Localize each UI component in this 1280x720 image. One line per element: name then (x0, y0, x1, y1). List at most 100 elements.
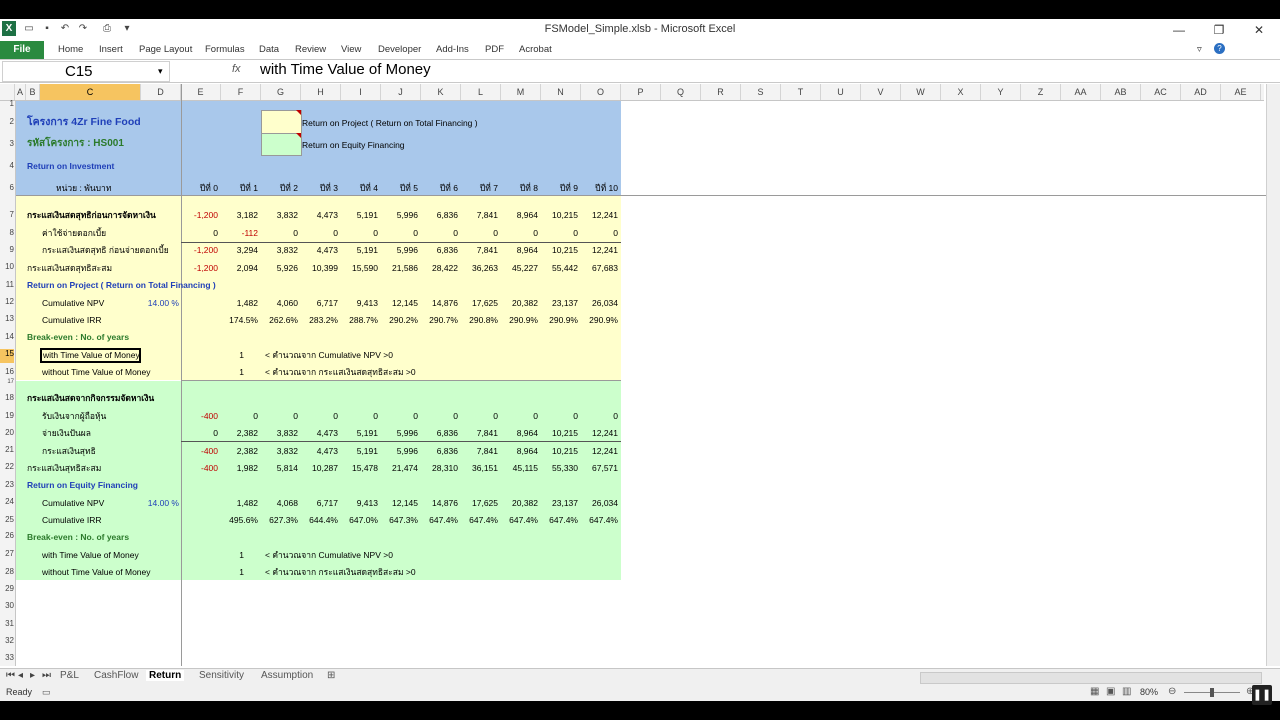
col-header-e[interactable]: E (181, 84, 221, 100)
next-sheet-icon[interactable]: ▸ (30, 670, 35, 681)
tab-data[interactable]: Data (259, 44, 279, 55)
row-header[interactable]: 17 (0, 379, 14, 385)
row-header[interactable]: 26 (0, 531, 14, 540)
col-header-j[interactable]: J (381, 84, 421, 100)
row-header[interactable]: 1 (0, 100, 14, 108)
tab-page-layout[interactable]: Page Layout (139, 44, 192, 55)
sheet-tab-pl[interactable]: P&L (60, 670, 79, 681)
row-header[interactable]: 13 (0, 314, 14, 323)
row-header[interactable]: 8 (0, 228, 14, 237)
col-header-k[interactable]: K (421, 84, 461, 100)
insert-function-icon[interactable]: fx (232, 63, 241, 75)
name-box-dropdown-icon[interactable]: ▾ (158, 62, 163, 81)
macro-record-icon[interactable]: ▭ (42, 687, 51, 698)
help-icon[interactable]: ? (1214, 43, 1225, 54)
row-header[interactable]: 12 (0, 297, 14, 306)
row-header[interactable]: 30 (0, 601, 14, 610)
vertical-scrollbar[interactable] (1266, 84, 1280, 666)
minimize-ribbon-icon[interactable]: ▿ (1197, 44, 1202, 55)
sheet-tab-sensitivity[interactable]: Sensitivity (199, 670, 244, 681)
tab-add-ins[interactable]: Add-Ins (436, 44, 469, 55)
col-header-s[interactable]: S (741, 84, 781, 100)
row-header[interactable]: 28 (0, 567, 14, 576)
row-header[interactable]: 22 (0, 462, 14, 471)
row-header-selected[interactable]: 15 (0, 349, 14, 363)
col-header-l[interactable]: L (461, 84, 501, 100)
close-button[interactable]: ✕ (1248, 22, 1270, 38)
col-header-m[interactable]: M (501, 84, 541, 100)
tab-file[interactable]: File (0, 41, 44, 59)
normal-view-icon[interactable]: ▦ (1090, 686, 1099, 697)
sheet-tab-return[interactable]: Return (146, 670, 185, 681)
col-header-ae[interactable]: AE (1221, 84, 1261, 100)
col-header-o[interactable]: O (581, 84, 621, 100)
col-header-p[interactable]: P (621, 84, 661, 100)
col-header-z[interactable]: Z (1021, 84, 1061, 100)
row-header[interactable]: 31 (0, 619, 14, 628)
col-header-y[interactable]: Y (981, 84, 1021, 100)
col-header-q[interactable]: Q (661, 84, 701, 100)
row-header[interactable]: 2 (0, 117, 14, 126)
col-header-u[interactable]: U (821, 84, 861, 100)
zoom-slider-thumb[interactable] (1210, 688, 1214, 697)
row-header[interactable]: 25 (0, 515, 14, 524)
row-header[interactable]: 11 (0, 280, 14, 289)
row-header[interactable]: 19 (0, 411, 14, 420)
row-header[interactable]: 14 (0, 332, 14, 341)
tab-review[interactable]: Review (295, 44, 326, 55)
row-header[interactable]: 4 (0, 161, 14, 170)
tab-developer[interactable]: Developer (378, 44, 421, 55)
tab-pdf[interactable]: PDF (485, 44, 504, 55)
maximize-button[interactable]: ❐ (1208, 22, 1230, 38)
zoom-out-icon[interactable]: ⊖ (1168, 686, 1176, 697)
zoom-level[interactable]: 80% (1140, 687, 1158, 697)
formula-input[interactable]: with Time Value of Money (260, 61, 431, 78)
col-header-v[interactable]: V (861, 84, 901, 100)
insert-sheet-icon[interactable]: ⊞ (327, 670, 335, 681)
page-break-view-icon[interactable]: ▥ (1122, 686, 1131, 697)
col-header-b[interactable]: B (26, 84, 40, 100)
col-header-a[interactable]: A (15, 84, 26, 100)
row-header[interactable]: 3 (0, 139, 14, 148)
col-header-n[interactable]: N (541, 84, 581, 100)
sheet-tab-cashflow[interactable]: CashFlow (94, 670, 138, 681)
row-header[interactable]: 24 (0, 497, 14, 506)
prev-sheet-icon[interactable]: ◂ (18, 670, 23, 681)
col-header-ad[interactable]: AD (1181, 84, 1221, 100)
last-sheet-icon[interactable]: ⏭ (42, 670, 51, 681)
col-header-ac[interactable]: AC (1141, 84, 1181, 100)
select-all-corner[interactable] (0, 84, 15, 100)
col-header-h[interactable]: H (301, 84, 341, 100)
row-header[interactable]: 23 (0, 480, 14, 489)
minimize-button[interactable]: — (1168, 22, 1190, 38)
row-header[interactable]: 16 (0, 367, 14, 376)
row-header[interactable]: 29 (0, 584, 14, 593)
tab-view[interactable]: View (341, 44, 361, 55)
row-header[interactable]: 9 (0, 245, 14, 254)
row-header[interactable]: 20 (0, 428, 14, 437)
tab-formulas[interactable]: Formulas (205, 44, 245, 55)
col-header-c[interactable]: C (40, 84, 141, 100)
col-header-g[interactable]: G (261, 84, 301, 100)
row-header[interactable]: 27 (0, 549, 14, 558)
col-header-r[interactable]: R (701, 84, 741, 100)
first-sheet-icon[interactable]: ⏮ (6, 670, 15, 681)
row-header[interactable]: 21 (0, 445, 14, 454)
col-header-aa[interactable]: AA (1061, 84, 1101, 100)
name-box[interactable]: C15 ▾ (2, 61, 170, 82)
col-header-x[interactable]: X (941, 84, 981, 100)
row-header[interactable]: 6 (0, 183, 14, 192)
col-header-i[interactable]: I (341, 84, 381, 100)
row-header[interactable]: 7 (0, 210, 14, 219)
row-header[interactable]: 10 (0, 262, 14, 271)
selected-cell-c15[interactable] (40, 348, 141, 363)
row-header[interactable]: 32 (0, 636, 14, 645)
col-header-w[interactable]: W (901, 84, 941, 100)
col-header-f[interactable]: F (221, 84, 261, 100)
tab-insert[interactable]: Insert (99, 44, 123, 55)
col-header-ab[interactable]: AB (1101, 84, 1141, 100)
horizontal-scrollbar[interactable] (920, 672, 1262, 684)
pause-icon[interactable]: ❚❚ (1252, 685, 1272, 705)
col-header-t[interactable]: T (781, 84, 821, 100)
page-layout-view-icon[interactable]: ▣ (1106, 686, 1115, 697)
